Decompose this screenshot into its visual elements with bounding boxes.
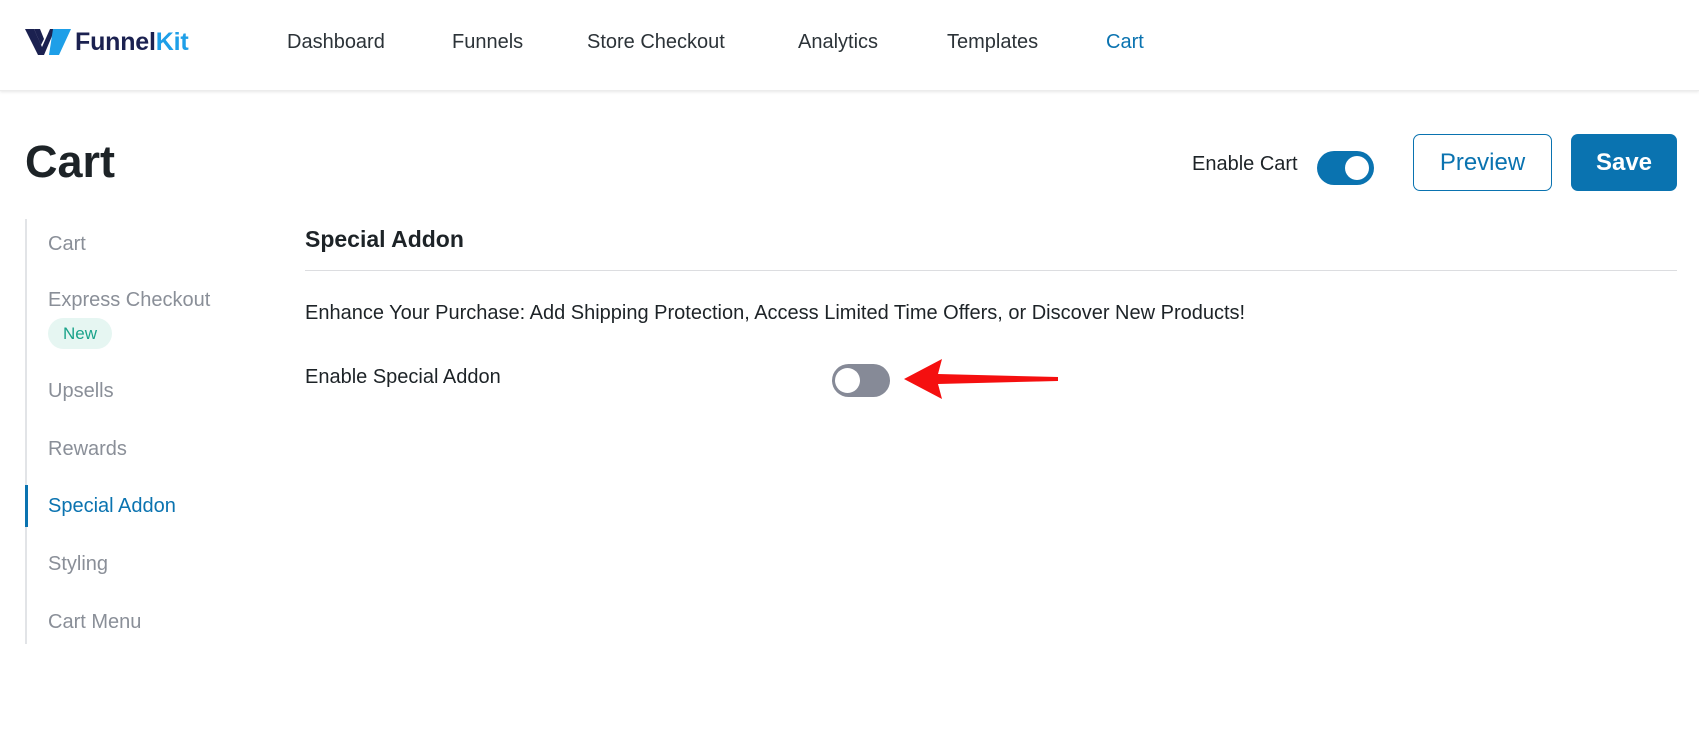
enable-cart-toggle[interactable] (1317, 151, 1374, 185)
sidebar-item-express-checkout[interactable]: Express Checkout (48, 289, 210, 312)
sidebar-item-styling[interactable]: Styling (48, 553, 108, 576)
section-description: Enhance Your Purchase: Add Shipping Prot… (305, 302, 1246, 324)
section-title: Special Addon (305, 226, 464, 252)
enable-cart-label: Enable Cart (1192, 153, 1298, 175)
top-navigation-bar: FunnelKit Dashboard Funnels Store Checko… (0, 0, 1699, 91)
funnelkit-logo-icon (25, 29, 71, 55)
nav-cart[interactable]: Cart (1106, 31, 1144, 54)
brand-name-part2: Kit (155, 27, 189, 56)
nav-analytics[interactable]: Analytics (798, 31, 878, 54)
brand-name: FunnelKit (75, 27, 189, 57)
funnelkit-logo[interactable]: FunnelKit (25, 25, 189, 59)
sidebar-active-indicator (25, 485, 28, 527)
brand-name-part1: Funnel (75, 27, 156, 56)
nav-store-checkout[interactable]: Store Checkout (587, 31, 725, 54)
nav-dashboard[interactable]: Dashboard (287, 31, 385, 54)
new-badge: New (48, 318, 112, 349)
preview-button[interactable]: Preview (1413, 134, 1552, 191)
page-title: Cart (25, 136, 116, 187)
toggle-knob (1345, 156, 1369, 180)
sidebar-item-special-addon[interactable]: Special Addon (48, 495, 176, 518)
save-button[interactable]: Save (1571, 134, 1677, 191)
settings-sidebar: Cart Express Checkout New Upsells Reward… (25, 219, 265, 644)
sidebar-item-rewards[interactable]: Rewards (48, 438, 127, 461)
enable-special-addon-toggle[interactable] (832, 364, 890, 397)
sidebar-item-cart[interactable]: Cart (48, 233, 86, 256)
sidebar-item-upsells[interactable]: Upsells (48, 380, 114, 403)
section-divider (305, 270, 1677, 271)
nav-templates[interactable]: Templates (947, 31, 1038, 54)
sidebar-item-cart-menu[interactable]: Cart Menu (48, 611, 141, 634)
enable-special-addon-label: Enable Special Addon (305, 366, 501, 388)
toggle-knob (835, 368, 860, 393)
annotation-arrow-icon (904, 359, 1058, 399)
nav-funnels[interactable]: Funnels (452, 31, 523, 54)
